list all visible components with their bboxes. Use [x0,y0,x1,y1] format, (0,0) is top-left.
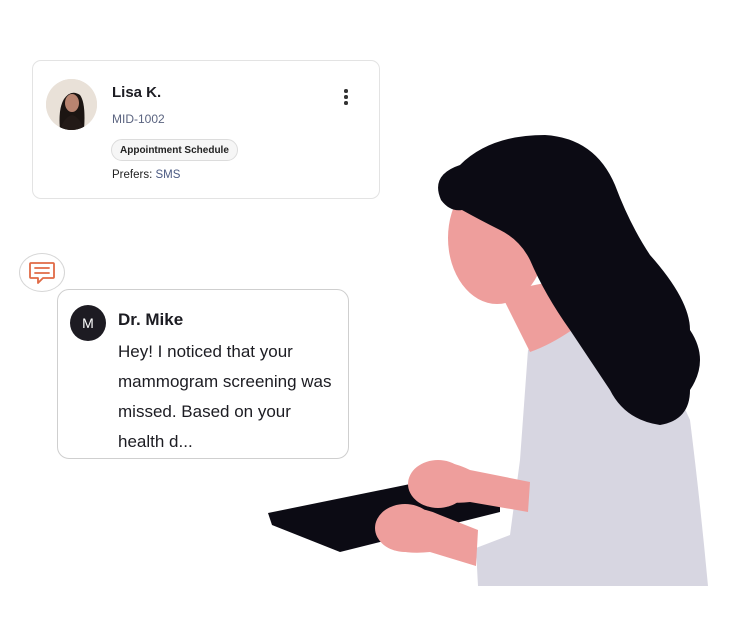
prefers-label: Prefers: [112,169,153,181]
appointment-tag: Appointment Schedule [111,139,238,161]
hand-upper [408,460,468,508]
message-square-icon [29,262,55,284]
patient-avatar [46,79,97,130]
prefers-value: SMS [155,169,181,181]
sender-avatar: M [70,305,106,341]
contact-preference: Prefers: SMS [112,169,180,181]
chat-badge[interactable] [19,253,65,292]
message-preview: Hey! I noticed that your mammogram scree… [118,342,332,451]
sender-name: Dr. Mike [118,310,184,329]
patient-id: MID-1002 [112,112,165,126]
patient-name: Lisa K. [112,84,162,101]
message-card[interactable]: M Dr. Mike Hey! I noticed that your mamm… [57,289,349,459]
hand-lower [375,504,435,552]
more-vertical-icon[interactable] [338,87,354,107]
patient-card[interactable]: Lisa K. MID-1002 Appointment Schedule Pr… [32,60,380,199]
